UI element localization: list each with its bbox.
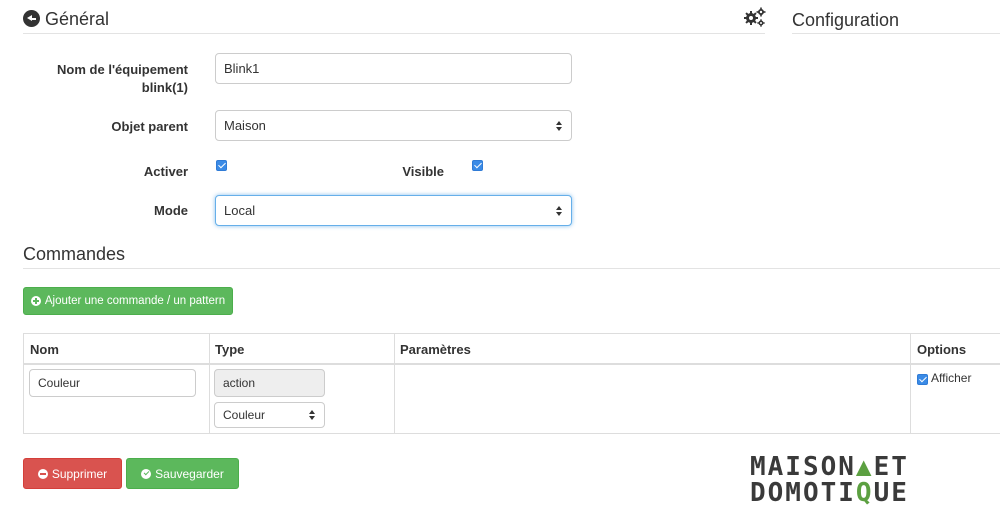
save-label: Sauvegarder [155,466,224,481]
command-subtype-value: Couleur [223,408,266,422]
parent-object-value: Maison [224,118,266,133]
logo-text-q: Q [855,478,874,508]
check-circle-icon [141,468,152,479]
command-subtype-select[interactable]: Couleur [214,402,325,428]
select-arrows-icon [308,410,316,420]
enable-label: Activer [143,164,188,179]
equipment-name-input[interactable]: Blink1 [215,53,572,84]
column-divider [394,334,395,433]
visible-label: Visible [402,164,444,179]
command-name-value: Couleur [38,376,81,390]
table-header-divider [24,363,1000,365]
equipment-name-label-line1: Nom de l'équipement [57,62,188,77]
command-name-input[interactable]: Couleur [29,369,196,397]
minus-circle-icon [37,468,48,479]
configuration-title: Configuration [792,10,900,30]
command-type-value: action [223,376,256,390]
add-command-label: Ajouter une commande / un pattern [44,295,226,307]
column-header-name: Nom [30,342,59,357]
equipment-name-label: Nom de l'équipement blink(1) [40,61,188,97]
configuration-divider [792,33,1000,34]
delete-label: Supprimer [51,466,108,481]
plus-circle-icon [30,296,41,306]
mode-label: Mode [154,203,188,218]
visible-checkbox[interactable] [472,160,483,171]
select-arrows-icon [555,120,563,131]
column-divider [209,334,210,433]
equipment-name-value: Blink1 [224,61,260,76]
parent-object-label: Objet parent [111,119,188,134]
command-type-input: action [214,369,325,397]
logo-line-2: DOMOTIQUE [750,480,909,506]
logo-text-ue: UE [873,478,909,508]
logo-text-domoti: DOMOTI [750,478,856,508]
logo-line-1: MAISON▲ET [750,454,909,480]
general-header[interactable]: Général [23,9,109,30]
mode-select[interactable]: Local [215,195,572,226]
column-divider [910,334,911,433]
column-header-options: Options [917,342,967,357]
gears-icon[interactable] [743,6,767,28]
column-header-params: Paramètres [400,342,471,357]
add-command-button[interactable]: Ajouter une commande / un pattern [23,287,233,315]
select-arrows-icon [555,205,563,216]
commands-divider [23,268,1000,269]
equipment-name-label-line2: blink(1) [141,80,188,95]
display-option-checkbox[interactable] [917,374,928,385]
general-divider [23,33,765,34]
general-title: Général [45,9,110,29]
mode-value: Local [224,203,256,218]
column-header-type: Type [215,342,245,357]
back-arrow-icon[interactable] [23,10,40,27]
parent-object-select[interactable]: Maison [215,110,572,141]
commands-table: Nom Type Paramètres Options Couleur acti… [23,333,1000,434]
display-option-label: Afficher [931,371,972,385]
delete-button[interactable]: Supprimer [23,458,122,489]
maison-et-domotique-logo: MAISON▲ET DOMOTIQUE [750,454,909,506]
commands-title: Commandes [23,244,126,264]
enable-checkbox[interactable] [216,160,227,171]
save-button[interactable]: Sauvegarder [126,458,239,489]
